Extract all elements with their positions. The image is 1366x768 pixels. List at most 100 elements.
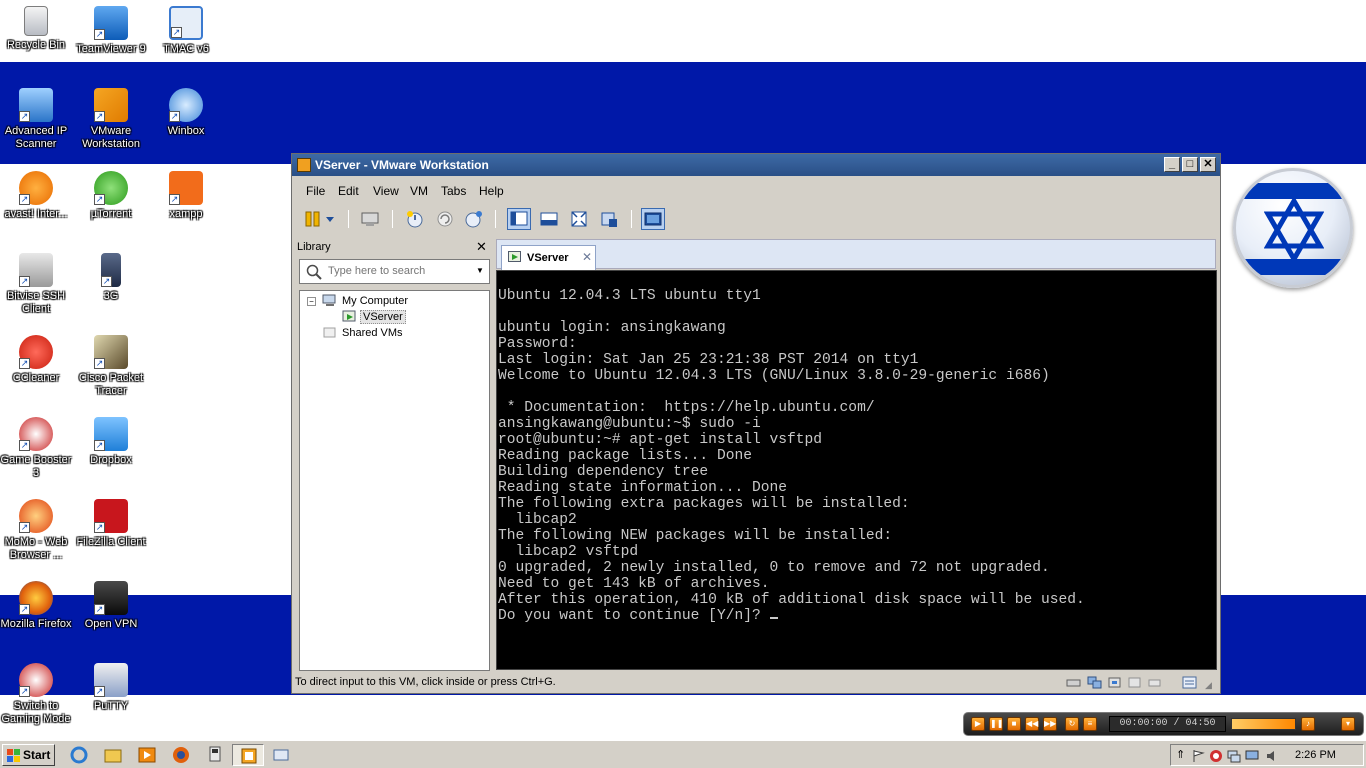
media-pause-icon[interactable]: ❚❚ [989, 717, 1003, 731]
unity-icon[interactable] [599, 209, 619, 229]
library-search: ▼ [299, 259, 490, 284]
menu-view[interactable]: View [373, 184, 399, 198]
search-dropdown-icon[interactable]: ▼ [476, 266, 484, 275]
library-close-icon[interactable]: ✕ [476, 239, 487, 255]
sound-card-icon[interactable] [1127, 676, 1142, 689]
desktop-icon-ccleaner[interactable]: ↗ CCleaner [0, 335, 72, 385]
message-log-icon[interactable] [1182, 676, 1197, 689]
file-explorer-icon[interactable] [104, 746, 122, 764]
hard-disk-icon[interactable] [1066, 676, 1081, 689]
show-thumbnail-bar-icon[interactable] [539, 209, 559, 229]
vm-console[interactable]: Ubuntu 12.04.3 LTS ubuntu tty1 ubuntu lo… [496, 270, 1217, 670]
desktop-icon-firefox[interactable]: ↗ Mozilla Firefox [0, 581, 72, 631]
taskbar-clock[interactable]: 2:26 PM [1295, 749, 1336, 761]
media-volume-bar[interactable] [1231, 718, 1296, 730]
desktop-icon-tmac[interactable]: ↗ TMAC v6 [150, 6, 222, 56]
menu-help[interactable]: Help [479, 184, 504, 198]
media-stop-icon[interactable]: ■ [1007, 717, 1021, 731]
show-library-icon[interactable] [507, 208, 531, 230]
taskbar-vmware-button[interactable] [232, 744, 264, 766]
media-repeat-icon[interactable]: ↻ [1065, 717, 1079, 731]
window-switcher-icon[interactable] [272, 746, 290, 764]
menu-edit[interactable]: Edit [338, 184, 359, 198]
gaming-mode-icon: ↗ [19, 663, 53, 697]
volume-icon[interactable] [1265, 749, 1279, 763]
media-play-icon[interactable]: ▶ [971, 717, 985, 731]
tree-collapse-toggle[interactable]: − [307, 297, 316, 306]
tab-vserver[interactable]: VServer ✕ [501, 245, 596, 270]
console-line: After this operation, 410 kB of addition… [498, 592, 1085, 608]
my-computer-icon [322, 294, 336, 306]
media-menu-icon[interactable]: ▾ [1341, 717, 1355, 731]
menu-file[interactable]: File [306, 184, 325, 198]
power-dropdown-icon[interactable] [324, 209, 336, 229]
maximize-button[interactable]: □ [1182, 157, 1198, 172]
display-icon[interactable] [1245, 749, 1259, 763]
tree-node-vserver[interactable]: VServer [360, 310, 406, 324]
revert-snapshot-icon[interactable] [435, 209, 455, 229]
media-forward-icon[interactable]: ▶▶ [1043, 717, 1057, 731]
action-center-flag-icon[interactable] [1191, 749, 1205, 763]
desktop-icon-openvpn[interactable]: ↗ Open VPN [75, 581, 147, 631]
dropbox-icon: ↗ [94, 417, 128, 451]
usb-controller-icon[interactable] [1107, 676, 1122, 689]
desktop-icon-winbox[interactable]: ↗ Winbox [150, 88, 222, 138]
console-line: root@ubuntu:~# apt-get install vsftpd [498, 432, 823, 448]
desktop-icon-3g[interactable]: ↗ 3G [75, 253, 147, 303]
printer-icon[interactable] [1147, 676, 1162, 689]
system-tray: ⇑ 2:26 PM [1170, 744, 1364, 766]
desktop-icon-bitvise[interactable]: ↗ Bitvise SSH Client [0, 253, 72, 316]
menu-vm[interactable]: VM [410, 184, 428, 198]
snapshot-manager-icon[interactable] [464, 209, 484, 229]
pause-icon[interactable] [303, 209, 323, 229]
library-search-input[interactable] [328, 265, 468, 277]
network-adapter-icon[interactable] [1087, 676, 1102, 689]
desktop-icon-vmware[interactable]: ↗ VMware Workstation [75, 88, 147, 151]
desktop-icon-utorrent[interactable]: ↗ µTorrent [75, 171, 147, 221]
vmware-icon: ↗ [94, 88, 128, 122]
desktop-icon-packet-tracer[interactable]: ↗ Cisco Packet Tracer [75, 335, 147, 398]
menu-bar: File Edit View VM Tabs Help [292, 181, 1220, 201]
avast-icon: ↗ [19, 171, 53, 205]
firefox-taskbar-icon[interactable] [172, 746, 190, 764]
tray-app-icon[interactable] [1209, 749, 1223, 763]
send-ctrl-alt-del-icon[interactable] [360, 209, 380, 229]
tree-node-shared-vms[interactable]: Shared VMs [342, 327, 403, 339]
internet-explorer-icon[interactable] [70, 746, 88, 764]
resize-grip-icon[interactable]: ◢ [1205, 680, 1212, 691]
console-line: * Documentation: https://help.ubuntu.com… [498, 400, 875, 416]
console-line: 0 upgraded, 2 newly installed, 0 to remo… [498, 560, 1050, 576]
desktop-icon-putty[interactable]: ↗ PuTTY [75, 663, 147, 713]
putty-taskbar-icon[interactable] [206, 746, 224, 764]
desktop-icon-dropbox[interactable]: ↗ Dropbox [75, 417, 147, 467]
desktop-icon-game-booster[interactable]: ↗ Game Booster 3 [0, 417, 72, 480]
desktop-icon-xampp[interactable]: ↗ xampp [150, 171, 222, 221]
start-label: Start [23, 748, 51, 762]
menu-tabs[interactable]: Tabs [441, 184, 466, 198]
minimize-button[interactable]: _ [1164, 157, 1180, 172]
full-screen-icon[interactable] [569, 209, 589, 229]
vmware-window[interactable]: VServer - VMware Workstation _ □ ✕ File … [291, 153, 1221, 694]
show-console-icon[interactable] [641, 208, 665, 230]
network-status-icon[interactable] [1227, 749, 1241, 763]
desktop-icon-advanced-ip-scanner[interactable]: ↗ Advanced IP Scanner [0, 88, 72, 151]
desktop-icon-recycle-bin[interactable]: Recycle Bin [0, 6, 72, 52]
desktop-icon-momo[interactable]: ↗ MoMo - Web Browser ... [0, 499, 72, 562]
take-snapshot-icon[interactable] [405, 209, 425, 229]
media-rewind-icon[interactable]: ◀◀ [1025, 717, 1039, 731]
media-playlist-icon[interactable]: ≡ [1083, 717, 1097, 731]
ip-scanner-icon: ↗ [19, 88, 53, 122]
window-title: VServer - VMware Workstation [315, 158, 489, 172]
close-button[interactable]: ✕ [1200, 157, 1216, 172]
tree-node-my-computer[interactable]: My Computer [342, 295, 408, 307]
tray-expand-icon[interactable]: ⇑ [1176, 748, 1185, 761]
start-button[interactable]: Start [2, 744, 55, 766]
media-mute-icon[interactable]: ♪ [1301, 717, 1315, 731]
desktop-icon-avast[interactable]: ↗ avast! Inter... [0, 171, 72, 221]
media-player-icon[interactable] [138, 746, 156, 764]
window-titlebar[interactable]: VServer - VMware Workstation _ □ ✕ [292, 154, 1220, 176]
desktop-icon-gaming-mode[interactable]: ↗ Switch to Gaming Mode [0, 663, 72, 726]
desktop-icon-filezilla[interactable]: ↗ FileZilla Client [75, 499, 147, 549]
tab-close-icon[interactable]: ✕ [582, 250, 592, 264]
desktop-icon-teamviewer[interactable]: ↗ TeamViewer 9 [75, 6, 147, 56]
